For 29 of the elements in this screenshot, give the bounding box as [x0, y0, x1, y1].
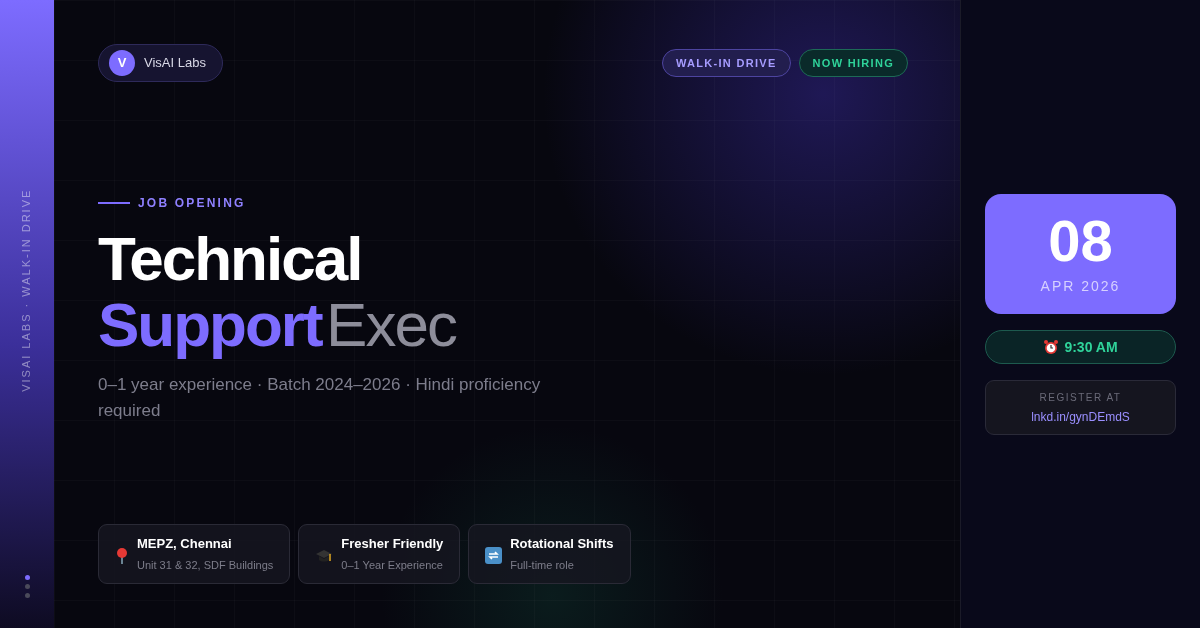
vertical-caption: VISAI LABS · WALK-IN DRIVE — [19, 188, 34, 392]
page-dot[interactable] — [24, 584, 30, 589]
repeat-icon — [485, 547, 503, 565]
register-link[interactable]: lnkd.in/gynDEmdS — [1031, 407, 1130, 426]
pin-icon — [117, 547, 127, 565]
eyebrow-label: JOB OPENING — [138, 195, 246, 212]
brand-logo: V — [109, 50, 135, 76]
page-dot[interactable] — [24, 575, 30, 580]
feature-detail: 0–1 Year Experience — [341, 557, 444, 573]
graduation-cap-icon — [316, 549, 333, 562]
feature-detail: Unit 31 & 32, SDF Buildings — [137, 557, 274, 573]
register-label: REGISTER AT — [1039, 390, 1122, 405]
job-title: Support — [98, 290, 322, 359]
feature-detail: Full-time role — [510, 557, 575, 573]
job-subtitle: 0–1 year experience · Batch 2024–2026 · Hindi proficiency required — [98, 374, 542, 422]
event-time: 9:30 AM — [1064, 337, 1118, 357]
page-dot[interactable] — [24, 593, 30, 598]
accent-line — [98, 202, 130, 204]
feature-title: Rotational Shifts — [510, 535, 614, 553]
brand-name: VisAI Labs — [144, 54, 206, 73]
feature-title: MEPZ, Chennai — [137, 535, 233, 553]
job-title: Exec — [326, 290, 456, 359]
date-month-year: APR 2026 — [1040, 276, 1121, 296]
job-title: Technical — [98, 228, 363, 290]
feature-title: Fresher Friendly — [341, 535, 444, 553]
status-badge: NOW HIRING — [798, 48, 908, 78]
alarm-clock-icon — [1043, 339, 1060, 355]
date-day: 08 — [1048, 211, 1113, 270]
status-badge: WALK-IN DRIVE — [661, 48, 791, 78]
